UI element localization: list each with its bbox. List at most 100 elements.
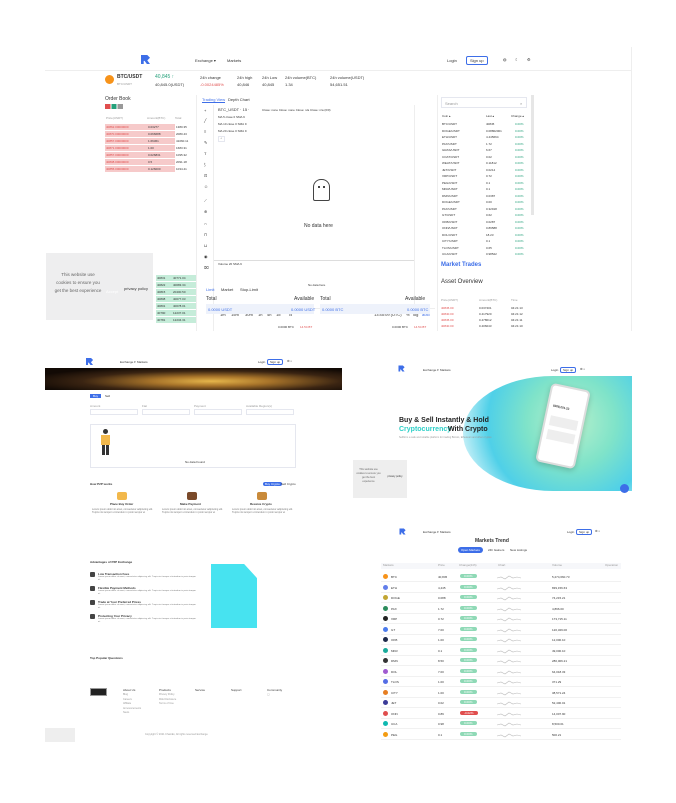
footer-link[interactable]: Blog (123, 693, 128, 697)
market-row[interactable]: DOGE/USDT 0.08802001 0.00% (441, 129, 527, 135)
text-icon[interactable]: T (204, 151, 206, 156)
ml-gear-icon[interactable]: ⚙ ▪ (595, 529, 600, 533)
cookie-policy-button[interactable]: privacy policy (124, 286, 148, 291)
bid-row[interactable]: 40801 40078.01 (156, 303, 196, 309)
tab-sell-crypto[interactable]: Sell Crypto (281, 482, 296, 486)
p2p-signup[interactable]: Sign up (267, 359, 284, 365)
book-view-icons[interactable] (105, 104, 123, 109)
smile-icon[interactable]: ☺ (204, 184, 208, 189)
scrollbar[interactable] (531, 95, 534, 215)
ask-row[interactable]: 40855.00000000 0.126000 1034.41 (105, 166, 195, 172)
ml-nav-exchange[interactable]: Exchange ▾ (423, 530, 439, 534)
globe-icon[interactable]: ◍ (503, 57, 507, 62)
p2p-nav-exchange[interactable]: Exchange ▾ (120, 360, 136, 364)
market-row[interactable]: DOGE/USDT 0.00 0.00% (441, 200, 527, 206)
bid-row[interactable]: 40822 40083.34 (156, 282, 196, 288)
ask-row[interactable]: 40871.00000000 1.00 1683.31 (105, 145, 195, 151)
sell-amount-field[interactable]: 0.0000 BTC 0.0000 BTC (320, 304, 430, 314)
ml-row[interactable]: PEG 0.1 0.00% 500.21 (381, 730, 621, 740)
bid-row[interactable]: 40831 40771.04 (156, 275, 196, 281)
zoom-icon[interactable]: ⊕ (204, 209, 207, 214)
p2p-nav-markets[interactable]: Markets (137, 360, 148, 364)
ml-row[interactable]: DMN 8.50 0.00% 280,006.21 (381, 656, 621, 666)
hero-cookie-policy[interactable]: privacy policy (386, 475, 404, 478)
ml-row[interactable]: ETH 4,445 0.00% 839,156.63 (381, 583, 621, 593)
ml-logo[interactable] (399, 528, 406, 535)
bid-row[interactable]: 40781 12234.31 (156, 317, 196, 323)
nav-exchange[interactable]: Exchange ▾ (195, 58, 216, 63)
footer-link[interactable]: Terms of Use (159, 702, 174, 706)
cookie-accept-button[interactable]: Accept (106, 289, 118, 294)
market-row[interactable]: UCA/USDT 0.98522 0.00% (441, 252, 527, 258)
footer-link[interactable]: News (123, 711, 129, 715)
ask-row[interactable]: 40808.00000000 0.5 2091.18 (105, 159, 195, 165)
pattern-icon[interactable]: ⟆ (204, 162, 206, 167)
market-row[interactable]: MKR/USDT 0.1 0.00% (441, 187, 527, 193)
market-row[interactable]: PEG/USDT 0.1 0.00% (441, 181, 527, 187)
bid-row[interactable]: 40815 20400.50 (156, 289, 196, 295)
ml-row[interactable]: CITY 1.00 0.00% 38,571.24 (381, 688, 621, 698)
lines-icon[interactable]: ≡ (204, 129, 206, 134)
line-icon[interactable]: ╱ (204, 118, 206, 123)
gear-icon[interactable]: ⚙ (527, 57, 531, 62)
tab-limit[interactable]: Limit (206, 287, 214, 292)
ask-row[interactable]: 40857.00000000 1.66361 41060.11 (105, 138, 195, 144)
ml-signup[interactable]: Sign up (576, 529, 593, 535)
market-search-input[interactable]: Search ⌕ (441, 97, 527, 108)
market-row[interactable]: GRAS/USDT 6.67 0.00% (441, 148, 527, 154)
buy-amount-field[interactable]: 0.0000 USDT 0.0000 USDT (206, 304, 315, 314)
hero-gear-icon[interactable]: ⚙ ▪ (580, 367, 585, 371)
filter-sell-button[interactable]: Sell (102, 394, 113, 398)
login-link[interactable]: Login (447, 58, 457, 63)
market-row[interactable]: XRP/USDT 0.72 0.00% (441, 174, 527, 180)
market-row[interactable]: DMN/USDT 0.0387 0.00% (441, 194, 527, 200)
market-row[interactable]: COAT/USDT 0.02 0.00% (441, 155, 527, 161)
measure-icon[interactable]: ⊡ (204, 173, 207, 178)
tab-24h-gainers[interactable]: 24h Gainers (488, 548, 504, 552)
market-row[interactable]: BTC/USDT 40845 0.00% (441, 122, 527, 128)
ml-row[interactable]: JET 0.02 0.00% 52,400.01 (381, 698, 621, 708)
ask-row[interactable]: 40857.00000000 0.026831 1095.32 (105, 152, 195, 158)
footer-link[interactable]: Careers (123, 698, 132, 702)
brush-icon[interactable]: ✎ (204, 140, 207, 145)
bid-row[interactable]: 40790 12237.01 (156, 310, 196, 316)
p2p-gear-icon[interactable]: ⚙ ▪ (287, 359, 292, 363)
ml-row[interactable]: GT 7.00 0.00% 120,329.00 (381, 625, 621, 635)
market-row[interactable]: PAX/USDT 1.72 0.00% (441, 142, 527, 148)
hero-signup[interactable]: Sign up (560, 367, 577, 373)
market-row[interactable]: JET/USDT 0.0214 0.00% (441, 168, 527, 174)
chart-symbol[interactable]: BTC_USDT · 15 · (218, 107, 250, 112)
tab-new-listings[interactable]: New Listings (510, 548, 527, 552)
nav-markets[interactable]: Markets (227, 58, 241, 63)
market-row[interactable]: PAX/USDT 0.32918 0.00% (441, 207, 527, 213)
ml-login[interactable]: Login (567, 530, 574, 534)
trash-icon[interactable]: ⌧ (204, 265, 209, 270)
signup-button[interactable]: Sign up (466, 56, 488, 65)
footer-link[interactable]: Risk Disclosure (159, 698, 176, 702)
chat-icon[interactable] (620, 484, 629, 493)
market-row[interactable]: ETH/USDT 4.445664 0.00% (441, 135, 527, 141)
ml-row[interactable]: MKR 0.1 0.00% 49,000.10 (381, 646, 621, 656)
hero-nav-exchange[interactable]: Exchange ▾ (423, 368, 439, 372)
tab-trading-view[interactable]: Trading View (202, 97, 226, 103)
ml-row[interactable]: OKB 1.00 0.00% 12,000.10 (381, 635, 621, 645)
bid-row[interactable]: 40808 40077.03 (156, 296, 196, 302)
ml-nav-markets[interactable]: Markets (440, 530, 451, 534)
ask-row[interactable]: 40870.00000000 0.066688 2080.43 (105, 131, 195, 137)
asset-overview-title[interactable]: Asset Overview (441, 279, 483, 286)
tab-stop-limit[interactable]: Stop-Limit (240, 287, 258, 292)
p2p-logo[interactable] (85, 357, 94, 366)
tab-depth-chart[interactable]: Depth Chart (228, 97, 250, 102)
footer-link[interactable]: Affiliate (123, 702, 131, 706)
footer-logo[interactable] (90, 688, 107, 696)
hero-nav-markets[interactable]: Markets (440, 368, 451, 372)
ml-row[interactable]: BTC 40,845 0.00% 5,274,660.73 (381, 572, 621, 582)
tab-open-markets[interactable]: Open Markets (458, 547, 483, 553)
filter-buy-button[interactable]: Buy (90, 394, 102, 398)
magnet-icon[interactable]: ∩ (204, 221, 207, 226)
cursor-icon[interactable]: + (204, 108, 206, 113)
market-trades-title[interactable]: Market Trades (441, 262, 481, 269)
filter-input[interactable] (194, 409, 242, 415)
hero-login[interactable]: Login (551, 368, 558, 372)
collapse-icon[interactable]: ⌃ (218, 136, 225, 142)
